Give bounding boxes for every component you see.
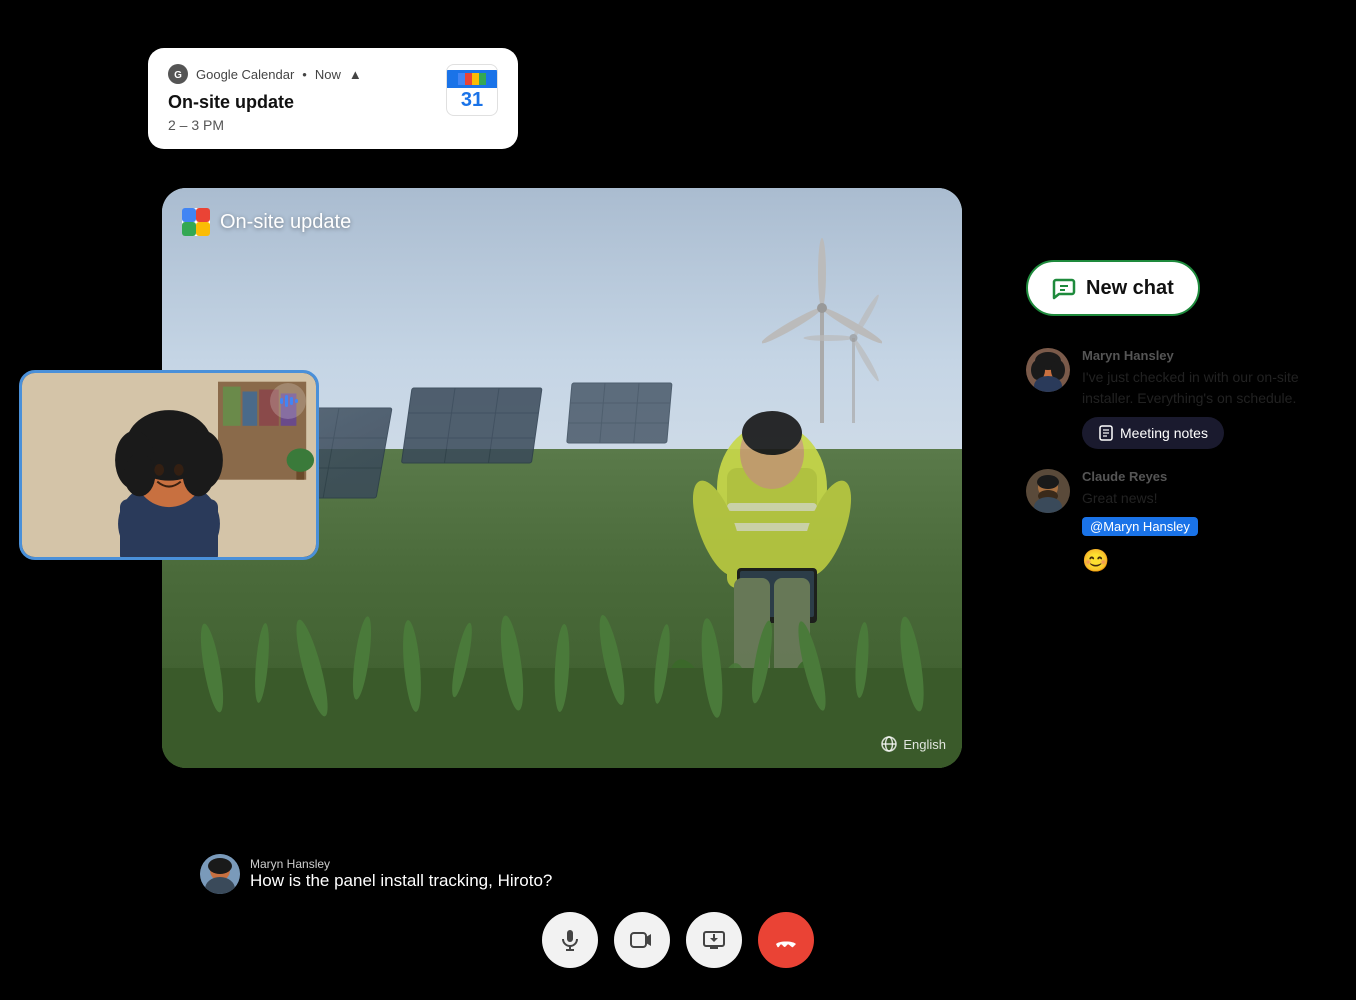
speaker-avatar bbox=[200, 854, 240, 894]
reaction-emoji: 😊 bbox=[1082, 548, 1198, 574]
end-call-button[interactable] bbox=[758, 912, 814, 968]
end-call-icon bbox=[772, 926, 800, 954]
meeting-notes-button[interactable]: Meeting notes bbox=[1082, 417, 1224, 449]
video-call-header: On-site update bbox=[182, 208, 351, 236]
calendar-badge: 31 bbox=[446, 64, 498, 116]
claude-message-content: Claude Reyes Great news! @Maryn Hansley … bbox=[1082, 469, 1198, 574]
maryn-message-text: I've just checked in with our on-site in… bbox=[1082, 367, 1316, 409]
language-label: English bbox=[903, 737, 946, 752]
new-chat-button[interactable]: New chat bbox=[1026, 260, 1200, 316]
present-icon bbox=[702, 928, 726, 952]
notification-time-range: 2 – 3 PM bbox=[168, 117, 362, 133]
audio-wave-icon bbox=[278, 391, 298, 411]
calendar-badge-top bbox=[447, 70, 497, 88]
svg-text:G: G bbox=[174, 70, 182, 81]
notification-card: G Google Calendar • Now ▲ On-site update… bbox=[148, 48, 518, 149]
camera-button[interactable] bbox=[614, 912, 670, 968]
chat-messages-list: Maryn Hansley I've just checked in with … bbox=[1026, 348, 1316, 594]
camera-icon bbox=[630, 928, 654, 952]
claude-avatar bbox=[1026, 469, 1070, 513]
chat-message-2: Claude Reyes Great news! @Maryn Hansley … bbox=[1026, 469, 1316, 574]
calendar-date-number: 31 bbox=[461, 88, 483, 110]
speaker-caption: How is the panel install tracking, Hirot… bbox=[250, 871, 552, 891]
chat-message-1: Maryn Hansley I've just checked in with … bbox=[1026, 348, 1316, 449]
notification-title: On-site update bbox=[168, 92, 362, 113]
claude-name: Claude Reyes bbox=[1082, 469, 1198, 484]
notification-content: G Google Calendar • Now ▲ On-site update… bbox=[168, 64, 362, 133]
maryn-avatar bbox=[1026, 348, 1070, 392]
notification-chevron: ▲ bbox=[349, 67, 362, 82]
call-controls bbox=[542, 912, 814, 968]
speaker-info-bar: Maryn Hansley How is the panel install t… bbox=[200, 854, 552, 894]
meeting-notes-label: Meeting notes bbox=[1120, 425, 1208, 441]
maryn-name: Maryn Hansley bbox=[1082, 348, 1316, 363]
notification-source: Google Calendar bbox=[196, 67, 294, 82]
speaker-name: Maryn Hansley bbox=[250, 857, 552, 871]
language-badge: English bbox=[881, 736, 946, 752]
self-view-background bbox=[22, 373, 316, 557]
maryn-message-content: Maryn Hansley I've just checked in with … bbox=[1082, 348, 1316, 449]
new-chat-label: New chat bbox=[1086, 277, 1174, 300]
mic-active-indicator bbox=[270, 383, 306, 419]
notification-header: G Google Calendar • Now ▲ bbox=[168, 64, 362, 84]
chat-panel: New chat Maryn Hansley I've just checked… bbox=[1026, 260, 1316, 594]
mention-tag: @Maryn Hansley bbox=[1082, 517, 1198, 536]
mic-icon bbox=[558, 928, 582, 952]
language-icon bbox=[881, 736, 897, 752]
google-calendar-icon: G bbox=[168, 64, 188, 84]
self-view-pip bbox=[19, 370, 319, 560]
notification-time-indicator: • bbox=[302, 67, 307, 82]
notification-time: Now bbox=[315, 67, 341, 82]
notes-icon bbox=[1098, 425, 1114, 441]
chat-bubble-icon bbox=[1052, 276, 1076, 300]
mic-button[interactable] bbox=[542, 912, 598, 968]
video-call-title: On-site update bbox=[220, 211, 351, 234]
speaker-message: Maryn Hansley How is the panel install t… bbox=[250, 857, 552, 891]
present-button[interactable] bbox=[686, 912, 742, 968]
claude-message-text: Great news! bbox=[1082, 488, 1198, 509]
foreground-grass bbox=[162, 588, 962, 768]
google-meet-logo bbox=[182, 208, 210, 236]
